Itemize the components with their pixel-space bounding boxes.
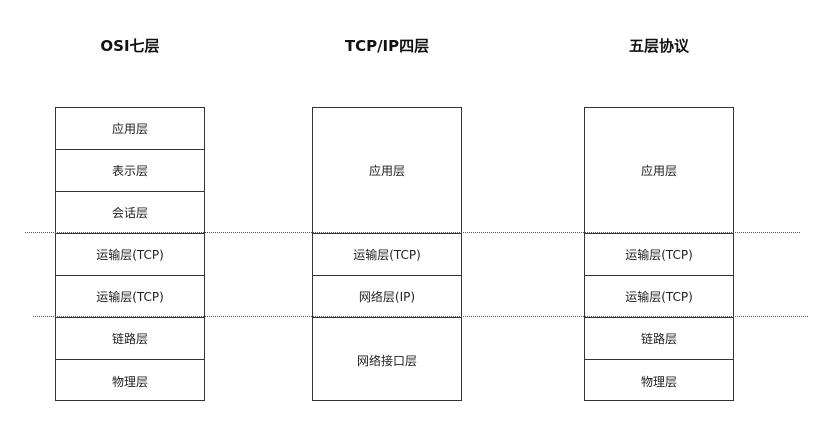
tcpip-layer-application: 应用层 [313,108,461,234]
tcpip-layer-network-interface: 网络接口层 [356,353,417,368]
five-layer-transport: 运输层(TCP) [585,234,733,276]
osi-layer-presentation: 表示层 [56,150,204,192]
osi-layer-transport: 运输层(TCP) [56,234,204,276]
osi-layer-physical: 物理层 [111,374,148,389]
tcpip-layer-transport: 运输层(TCP) [313,234,461,276]
osi-layer-application: 应用层 [56,108,204,150]
dotted-divider-lower [33,316,808,317]
dotted-divider-upper [25,232,800,233]
column-title-osi: OSI七层 [100,37,160,55]
five-layer-physical: 物理层 [640,374,677,389]
osi-layer-session: 会话层 [56,192,204,234]
osi-layer-stack: 应用层 表示层 会话层 运输层(TCP) 运输层(TCP) 链路层 物理层 [55,107,205,401]
tcpip-layer-stack: 应用层 运输层(TCP) 网络层(IP) 网络接口层 [312,107,462,401]
five-layer-network: 运输层(TCP) [585,276,733,318]
tcpip-layer-internet: 网络层(IP) [313,276,461,318]
osi-layer-network: 运输层(TCP) [56,276,204,318]
five-layer-stack: 应用层 运输层(TCP) 运输层(TCP) 链路层 物理层 [584,107,734,401]
five-layer-datalink: 链路层 [585,318,733,360]
column-title-five-layer: 五层协议 [628,37,689,55]
osi-layer-datalink: 链路层 [56,318,204,360]
five-layer-application: 应用层 [585,108,733,234]
column-title-tcpip: TCP/IP四层 [344,37,430,55]
